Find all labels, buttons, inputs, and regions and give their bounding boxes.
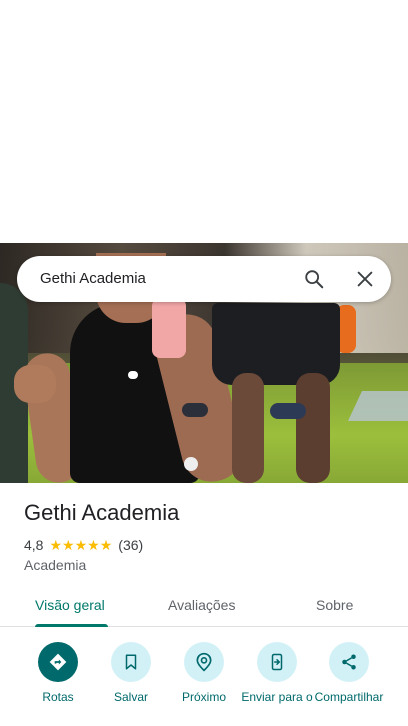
- rating-value: 4,8: [24, 537, 44, 553]
- search-input[interactable]: Gethi Academia: [40, 270, 146, 287]
- directions-button-circle[interactable]: [38, 642, 78, 682]
- share-button-circle[interactable]: [329, 642, 369, 682]
- search-icon[interactable]: [303, 268, 325, 290]
- directions-label: Rotas: [42, 690, 74, 704]
- photo-logo: [184, 457, 198, 471]
- tab-overview[interactable]: Visão geral: [35, 597, 105, 613]
- tab-reviews[interactable]: Avaliações: [168, 597, 235, 613]
- place-title: Gethi Academia: [24, 500, 180, 525]
- save-label: Salvar: [113, 690, 148, 704]
- active-tab-indicator: [35, 624, 108, 627]
- save-button[interactable]: Salvar: [93, 642, 169, 704]
- nearby-button[interactable]: Próximo: [166, 642, 242, 704]
- photo-leg: [296, 373, 330, 483]
- bookmark-icon: [125, 654, 137, 670]
- send-to-phone-button[interactable]: Enviar para o: [239, 642, 315, 704]
- nearby-icon: [196, 652, 212, 672]
- share-button[interactable]: Compartilhar: [311, 642, 387, 704]
- place-category: Academia: [24, 557, 87, 573]
- send-to-phone-button-circle[interactable]: [257, 642, 297, 682]
- star-icon: ★: [49, 537, 63, 553]
- share-label: Compartilhar: [314, 690, 384, 704]
- action-buttons: Rotas Salvar Próximo Enviar para o Compa…: [0, 642, 408, 726]
- photo-shorts: [212, 303, 340, 385]
- reviews-count: (36): [118, 537, 144, 553]
- tab-bar: Visão geral Avaliações Sobre: [0, 585, 408, 627]
- send-to-phone-icon: [271, 653, 283, 671]
- directions-button[interactable]: Rotas: [20, 642, 96, 704]
- map-area-blank: [0, 0, 408, 243]
- photo-logo: [128, 371, 138, 379]
- photo-thumb: [14, 365, 56, 403]
- search-bar[interactable]: Gethi Academia: [17, 256, 391, 302]
- save-button-circle[interactable]: [111, 642, 151, 682]
- star-rating: ★ ★ ★ ★ ★: [49, 538, 112, 552]
- directions-icon: [49, 653, 67, 671]
- star-icon: ★: [99, 537, 113, 553]
- share-icon: [342, 654, 356, 670]
- nearby-label: Próximo: [181, 690, 226, 704]
- send-to-phone-label: Enviar para o: [241, 690, 313, 704]
- rating-row[interactable]: 4,8 ★ ★ ★ ★ ★ (36): [24, 536, 143, 554]
- star-icon: ★: [74, 537, 88, 553]
- tab-about[interactable]: Sobre: [316, 597, 353, 613]
- photo-shoe: [182, 403, 208, 417]
- photo-shoe: [270, 403, 306, 419]
- photo-phone: [152, 298, 186, 358]
- star-icon: ★: [87, 537, 100, 553]
- close-icon[interactable]: [354, 268, 376, 290]
- photo-leg: [232, 373, 264, 483]
- nearby-button-circle[interactable]: [184, 642, 224, 682]
- star-icon: ★: [62, 537, 75, 553]
